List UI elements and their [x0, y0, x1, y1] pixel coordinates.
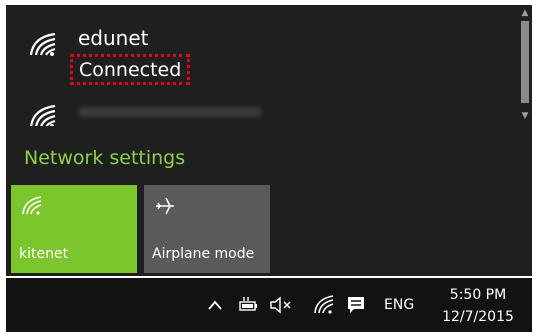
wifi-icon — [29, 32, 56, 56]
battery-plug-icon[interactable] — [237, 294, 259, 316]
scroll-down-icon[interactable]: ▼ — [518, 110, 532, 122]
clock-time: 5:50 PM — [449, 287, 507, 303]
taskbar-clock[interactable]: 5:50 PM 12/7/2015 — [428, 284, 528, 328]
network-settings-link[interactable]: Network settings — [24, 146, 185, 170]
network-list-scrollbar[interactable]: ▲ ▼ — [518, 5, 532, 126]
wifi-icon — [22, 196, 42, 215]
wifi-quick-action-tile[interactable]: kitenet — [11, 185, 137, 273]
clock-date: 12/7/2015 — [442, 309, 514, 325]
network-item-hidden-name[interactable] — [6, 87, 518, 126]
airplane-mode-tile[interactable]: Airplane mode — [144, 185, 270, 273]
screenshot-frame: edunet Connected ▲ ▼ Network settings ki… — [0, 0, 538, 336]
wifi-icon[interactable] — [313, 294, 335, 316]
wifi-tile-label: kitenet — [19, 246, 69, 262]
network-item-edunet[interactable]: edunet Connected — [6, 5, 518, 85]
network-list: edunet Connected — [6, 5, 518, 126]
chevron-up-icon[interactable] — [207, 294, 223, 316]
taskbar: ENG 5:50 PM 12/7/2015 — [6, 278, 532, 332]
airplane-tile-label: Airplane mode — [152, 246, 255, 262]
airplane-icon — [156, 197, 174, 215]
wifi-icon — [30, 104, 56, 126]
scroll-up-icon[interactable]: ▲ — [518, 7, 532, 19]
scrollbar-thumb[interactable] — [521, 21, 529, 103]
volume-muted-icon[interactable] — [269, 294, 293, 316]
language-indicator[interactable]: ENG — [384, 296, 414, 314]
action-center-icon[interactable] — [346, 294, 366, 316]
network-flyout: edunet Connected ▲ ▼ Network settings ki… — [6, 5, 532, 276]
network-name: edunet — [78, 26, 149, 50]
blurred-network-name — [78, 107, 262, 117]
network-status-connected: Connected — [70, 54, 191, 85]
